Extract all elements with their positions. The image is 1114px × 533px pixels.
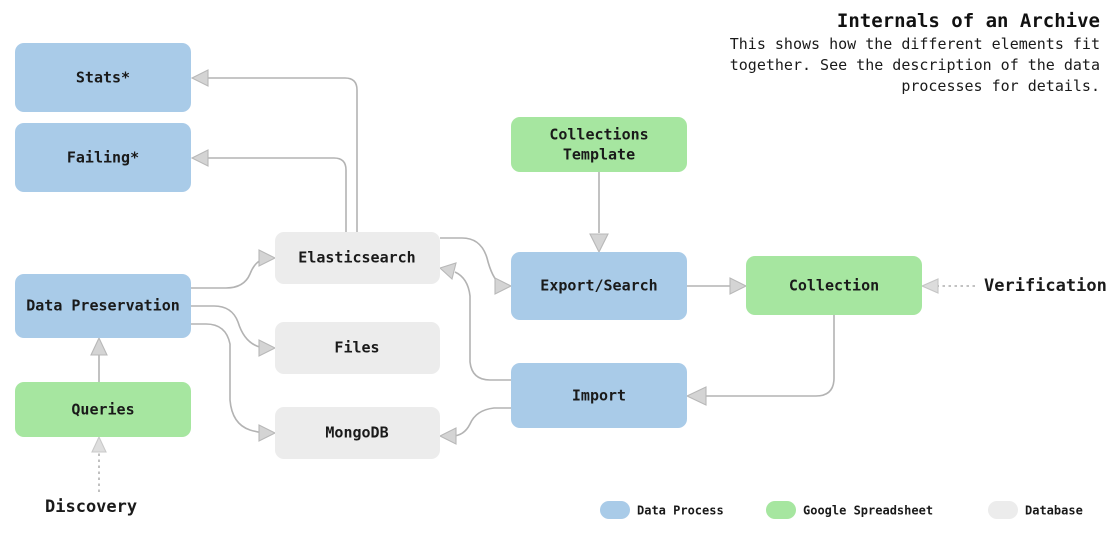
subtitle-line-3: processes for details. <box>901 77 1100 95</box>
page-title: Internals of an Archive <box>837 10 1100 32</box>
node-elasticsearch[interactable]: Elasticsearch <box>275 232 440 284</box>
arrowhead-datapreservation-in <box>90 336 108 356</box>
subtitle-line-1: This shows how the different elements fi… <box>730 35 1100 53</box>
node-data-preservation-label: Data Preservation <box>26 297 180 315</box>
legend-item-database: Database <box>988 501 1083 519</box>
node-collections-template-label-line1: Collections <box>549 126 648 144</box>
arrowhead-mongodb-right-in <box>438 427 457 445</box>
legend-swatch-data-process <box>600 501 630 519</box>
arrowhead-import-right-in <box>685 386 707 406</box>
edge-datapreservation-to-mongodb <box>191 323 269 434</box>
arrowhead-collection-right-in <box>920 278 939 294</box>
edge-elasticsearch-to-failing <box>205 157 347 232</box>
edge-elasticsearch-to-exportsearch <box>440 237 501 285</box>
node-collection-label: Collection <box>789 277 879 295</box>
label-discovery: Discovery <box>45 497 137 517</box>
legend-label-google-spreadsheet: Google Spreadsheet <box>803 504 933 518</box>
legend-item-google-spreadsheet: Google Spreadsheet <box>766 501 933 519</box>
node-import-label: Import <box>572 387 626 405</box>
legend-item-data-process: Data Process <box>600 501 724 519</box>
node-mongodb-label: MongoDB <box>325 424 388 442</box>
node-files[interactable]: Files <box>275 322 440 374</box>
node-export-search-label: Export/Search <box>540 277 657 295</box>
node-collections-template[interactable]: Collections Template <box>511 117 687 172</box>
node-export-search[interactable]: Export/Search <box>511 252 687 320</box>
node-stats-label: Stats* <box>76 69 130 87</box>
node-data-preservation[interactable]: Data Preservation <box>15 274 191 338</box>
edge-collection-to-import <box>706 315 835 397</box>
node-stats[interactable]: Stats* <box>15 43 191 112</box>
arrowhead-queries-in <box>91 435 107 453</box>
arrowhead-stats <box>190 69 209 87</box>
edge-elasticsearch-to-stats <box>205 77 358 232</box>
arrowhead-elasticsearch-right-in <box>438 262 457 281</box>
legend-label-data-process: Data Process <box>637 504 724 518</box>
arrowhead-failing <box>190 149 209 167</box>
edge-datapreservation-to-elasticsearch <box>191 257 271 289</box>
arrowhead-elasticsearch-in <box>258 249 277 267</box>
node-queries-label: Queries <box>71 401 134 419</box>
node-mongodb[interactable]: MongoDB <box>275 407 440 459</box>
arrowhead-mongodb-in <box>258 424 277 442</box>
legend-label-database: Database <box>1025 504 1083 518</box>
node-files-label: Files <box>334 339 379 357</box>
legend: Data Process Google Spreadsheet Database <box>600 501 1083 519</box>
node-collection[interactable]: Collection <box>746 256 922 315</box>
archive-internals-diagram: Stats* Failing* Data Preservation Querie… <box>15 10 1107 519</box>
arrowhead-collection-in <box>729 277 748 295</box>
arrowhead-exportsearch-left-in <box>494 277 513 295</box>
arrowhead-files-in <box>258 339 277 357</box>
legend-swatch-database <box>988 501 1018 519</box>
node-elasticsearch-label: Elasticsearch <box>298 249 415 267</box>
node-failing-label: Failing* <box>67 149 139 167</box>
node-queries[interactable]: Queries <box>15 382 191 437</box>
node-import[interactable]: Import <box>511 363 687 428</box>
subtitle-line-2: together. See the description of the dat… <box>730 56 1100 74</box>
arrowhead-exportsearch-top-in <box>589 233 609 254</box>
node-failing[interactable]: Failing* <box>15 123 191 192</box>
label-verification: Verification <box>984 276 1107 296</box>
edge-import-to-mongodb <box>451 407 511 437</box>
title-block: Internals of an Archive This shows how t… <box>730 10 1100 95</box>
node-collections-template-label-line2: Template <box>563 146 635 164</box>
legend-swatch-google-spreadsheet <box>766 501 796 519</box>
